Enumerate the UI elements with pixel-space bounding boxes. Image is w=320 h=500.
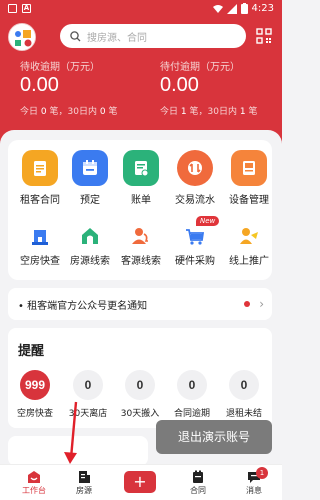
- tab-workbench[interactable]: 工作台: [14, 469, 54, 496]
- transaction-icon: [177, 150, 213, 186]
- wifi-icon: [212, 4, 223, 13]
- grid-item-label: 硬件采购: [175, 256, 215, 267]
- grid-item-label: 线上推广: [229, 256, 269, 267]
- cart-icon: [181, 222, 209, 250]
- reminder-count-movein[interactable]: 0: [125, 370, 155, 400]
- receivable-overdue-label: 待收逾期（万元）: [20, 62, 100, 73]
- building-icon: [26, 222, 54, 250]
- house-lead-icon: [76, 222, 104, 250]
- message-badge: 1: [256, 467, 268, 479]
- reminder-count-contract-overdue[interactable]: 0: [177, 370, 207, 400]
- grid-item-transactions[interactable]: 交易流水: [167, 150, 223, 206]
- add-button[interactable]: +: [124, 471, 156, 493]
- grid-item-label: 客源线索: [121, 256, 161, 267]
- reminder-label: 空房快查: [16, 409, 53, 419]
- battery-icon: [240, 3, 248, 14]
- grid-item-vacancy-search[interactable]: 空房快查: [12, 222, 68, 267]
- arrow-annotation-icon: [64, 401, 78, 464]
- receivable-overdue-summary: 今日 0 笔，30日内 0 笔: [20, 107, 118, 117]
- reminder-count-unsettled[interactable]: 0: [229, 370, 259, 400]
- grid-item-online-promotion[interactable]: 线上推广: [221, 222, 277, 267]
- grid-item-hardware-purchase[interactable]: 硬件采购: [167, 222, 223, 267]
- message-icon: [234, 469, 274, 485]
- app-notification-icon: A: [22, 4, 31, 13]
- reminder-label: 退租未结: [225, 409, 262, 419]
- grid-item-label: 交易流水: [175, 195, 215, 206]
- receivable-overdue-value[interactable]: 0.00: [20, 74, 59, 97]
- payable-overdue-label: 待付逾期（万元）: [160, 62, 240, 73]
- contract-tab-icon: [178, 469, 218, 485]
- new-badge: New: [196, 216, 220, 226]
- grid-item-label: 账单: [131, 195, 151, 206]
- reminder-label: 合同逾期: [173, 409, 210, 419]
- grid-item-device-management[interactable]: 设备管理: [221, 150, 277, 206]
- notification-icon: [8, 4, 17, 13]
- qr-scan-icon[interactable]: [256, 28, 272, 44]
- notice-bar[interactable]: • 租客端官方公众号更名通知 ›: [8, 288, 272, 320]
- grid-item-label: 房源线索: [70, 256, 110, 267]
- reminder-card: 提醒 999 空房快查 0 30天离店 0 30天搬入 0 合同逾期 0 退租未…: [8, 328, 272, 428]
- workbench-icon: [14, 469, 54, 485]
- unread-dot: [244, 301, 250, 307]
- grid-item-label: 设备管理: [229, 195, 269, 206]
- bill-icon: [123, 150, 159, 186]
- tab-label: 消息: [246, 486, 262, 495]
- payable-overdue-summary: 今日 1 笔，30日内 1 笔: [160, 107, 258, 117]
- grid-item-tenant-contract[interactable]: 租客合同: [12, 150, 68, 206]
- tab-contract[interactable]: 合同: [178, 469, 218, 496]
- reminder-label: 30天搬入: [120, 409, 160, 419]
- contract-icon: [22, 150, 58, 186]
- device-icon: [231, 150, 267, 186]
- promotion-icon: [235, 222, 263, 250]
- tab-label: 工作台: [22, 486, 46, 495]
- grid-item-label: 预定: [80, 195, 100, 206]
- calendar-icon: [72, 150, 108, 186]
- reminder-title: 提醒: [18, 344, 45, 359]
- tab-message[interactable]: 消息: [234, 469, 274, 496]
- tab-label: 房源: [76, 486, 92, 495]
- signal-icon: [226, 3, 237, 14]
- bottom-tab-bar: 工作台 房源 + 合同 消息 1: [0, 464, 282, 500]
- grid-item-bill[interactable]: 账单: [113, 150, 169, 206]
- grid-item-label: 租客合同: [20, 195, 60, 206]
- chevron-right-icon: ›: [259, 297, 264, 311]
- exit-demo-button[interactable]: 退出演示账号: [156, 420, 272, 454]
- reminder-count-checkout[interactable]: 0: [73, 370, 103, 400]
- grid-item-reservation[interactable]: 预定: [62, 150, 118, 206]
- search-icon: [70, 30, 81, 41]
- grid-item-house-leads[interactable]: 房源线索: [62, 222, 118, 267]
- status-time: 4:23: [251, 3, 274, 14]
- payable-overdue-value[interactable]: 0.00: [160, 74, 199, 97]
- grid-item-customer-leads[interactable]: 客源线索: [113, 222, 169, 267]
- tab-house[interactable]: 房源: [64, 469, 104, 496]
- customer-lead-icon: [127, 222, 155, 250]
- avatar[interactable]: [8, 23, 36, 51]
- status-bar: A 4:23: [0, 0, 282, 18]
- reminder-count-vacancy[interactable]: 999: [20, 370, 50, 400]
- notice-text: • 租客端官方公众号更名通知: [18, 300, 148, 312]
- house-icon: [64, 469, 104, 485]
- search-input[interactable]: 搜房源、合同: [60, 24, 246, 48]
- search-placeholder: 搜房源、合同: [87, 32, 147, 44]
- tab-label: 合同: [190, 486, 206, 495]
- grid-item-label: 空房快查: [20, 256, 60, 267]
